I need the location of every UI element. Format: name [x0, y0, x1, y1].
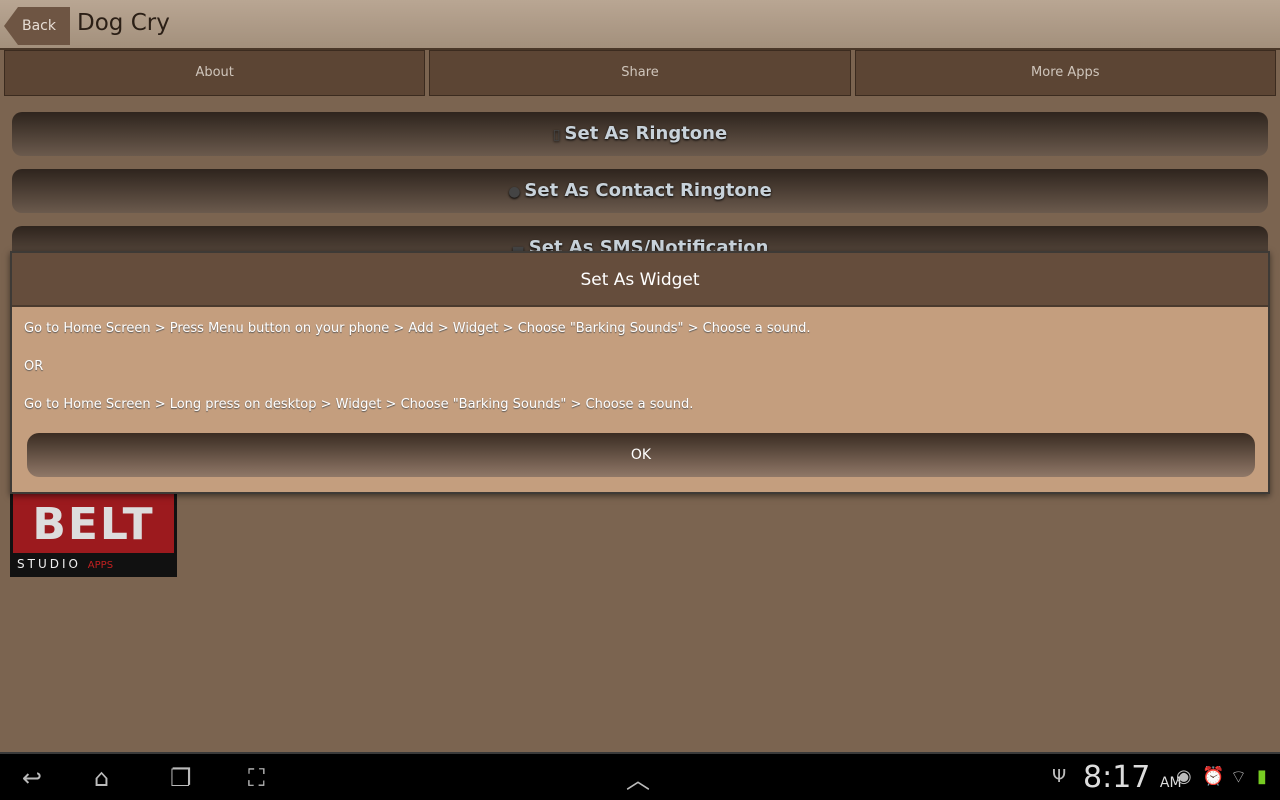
dialog-title: Set As Widget [12, 253, 1268, 307]
dialog-instruction: Go to Home Screen > Press Menu button on… [24, 321, 811, 336]
battery-icon: ▮ [1257, 766, 1267, 787]
logo-text: BELT [13, 493, 174, 553]
ok-button[interactable]: OK [27, 433, 1255, 477]
clock[interactable]: 8:17 AM [1083, 760, 1182, 795]
action-bar: Back Dog Cry [0, 0, 1280, 50]
tab-more-apps[interactable]: More Apps [854, 50, 1276, 96]
tab-share[interactable]: Share [429, 50, 851, 96]
dialog-or: OR [24, 359, 44, 374]
back-button[interactable]: Back [4, 7, 70, 45]
logo-footer: STUDIO [17, 557, 81, 571]
tab-about[interactable]: About [4, 50, 426, 96]
black-belt-studio-logo[interactable]: BELT STUDIO APPS [10, 490, 177, 577]
chevron-up-icon[interactable]: ︿ [626, 760, 650, 795]
logo-apps: APPS [87, 560, 114, 571]
usb-icon: Ψ [1052, 766, 1067, 787]
wifi-icon: ⌔ [1230, 767, 1247, 788]
dialog-instruction: Go to Home Screen > Long press on deskto… [24, 397, 694, 412]
phone-icon: ▯ [552, 127, 561, 143]
home-icon[interactable]: ⌂ [94, 764, 109, 792]
back-nav-icon[interactable]: ↩ [22, 764, 42, 792]
app-title: Dog Cry [77, 10, 170, 36]
alarm-icon: ⏰ [1202, 766, 1225, 787]
tab-bar: About Share More Apps [0, 50, 1280, 96]
clock-time: 8:17 [1083, 760, 1151, 795]
eye-icon: ◉ [1176, 766, 1192, 787]
system-nav-bar: ↩ ⌂ ❐ ⛶ ︿ Ψ 8:17 AM ◉ ⏰ ⌔ ▮ [0, 752, 1280, 800]
recent-apps-icon[interactable]: ❐ [170, 764, 192, 792]
contact-icon: ● [508, 184, 521, 200]
button-label: Set As Contact Ringtone [524, 180, 772, 201]
set-contact-ringtone-button[interactable]: ● Set As Contact Ringtone [12, 169, 1268, 213]
screenshot-icon[interactable]: ⛶ [248, 764, 265, 792]
set-ringtone-button[interactable]: ▯ Set As Ringtone [12, 112, 1268, 156]
set-as-widget-dialog: Set As Widget Go to Home Screen > Press … [10, 251, 1270, 494]
button-label: Set As Ringtone [564, 123, 728, 144]
